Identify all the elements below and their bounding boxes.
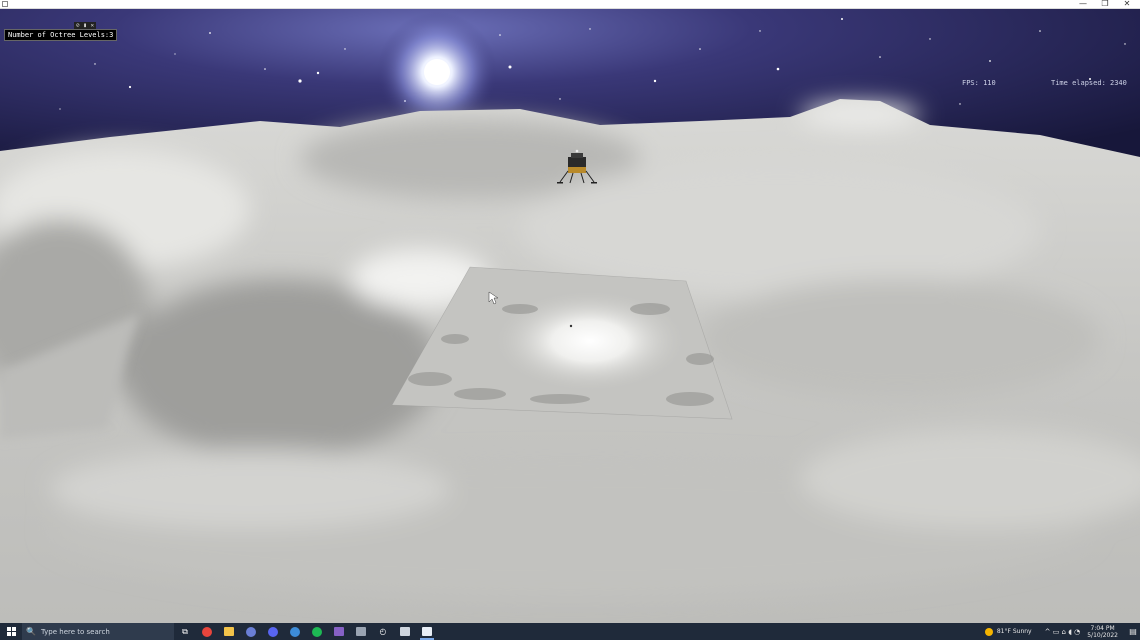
app-icon [2,1,8,7]
game-viewport[interactable]: Number of Octree Levels:3 ⊘ ▮ ✕ FPS: 110… [0,9,1140,623]
weather-widget[interactable]: 81°F Sunny [984,627,1032,636]
search-placeholder: Type here to search [40,627,110,636]
tray-icons[interactable]: ^ ▭ ⌂ ◖ ◔ [1045,628,1081,636]
spotify-icon[interactable] [306,623,328,640]
fps-counter: FPS: 110 [962,79,996,87]
windows-icon [6,627,16,636]
notification-icon[interactable]: ▤ [1126,627,1140,636]
discord-icon[interactable] [262,623,284,640]
taskbar: 🔍 Type here to search ⧉ ◴ 81°F Sunny ^ ▭… [0,623,1140,640]
time-elapsed: Time elapsed: 2340 [1051,79,1127,87]
chat-icon[interactable] [240,623,262,640]
window-title-bar: — ❐ ✕ [0,0,1140,9]
file-explorer-icon[interactable] [218,623,240,640]
chrome-icon[interactable] [196,623,218,640]
running-app-icon[interactable] [416,623,438,640]
clock-date: 5/10/2022 [1087,631,1118,639]
task-view-icon[interactable]: ⧉ [174,623,196,640]
clock-time: 7:04 PM [1090,624,1115,632]
taskbar-search-input[interactable]: 🔍 Type here to search [22,623,174,640]
moon-scene [0,9,1140,623]
photos-icon[interactable] [284,623,306,640]
terminal-icon[interactable] [394,623,416,640]
octree-levels-label: Number of Octree Levels:3 [4,29,118,41]
system-tray: 81°F Sunny ^ ▭ ⌂ ◖ ◔ 7:04 PM 5/10/2022 ▤ [984,623,1140,640]
taskbar-clock[interactable]: 7:04 PM 5/10/2022 [1087,625,1118,639]
visual-studio-icon[interactable] [328,623,350,640]
sun-icon [984,627,993,636]
clock-app-icon[interactable]: ◴ [372,623,394,640]
search-icon: 🔍 [26,627,36,636]
octree-controls[interactable]: ⊘ ▮ ✕ [74,22,97,29]
app-gray-icon[interactable] [350,623,372,640]
start-button[interactable] [0,623,22,640]
